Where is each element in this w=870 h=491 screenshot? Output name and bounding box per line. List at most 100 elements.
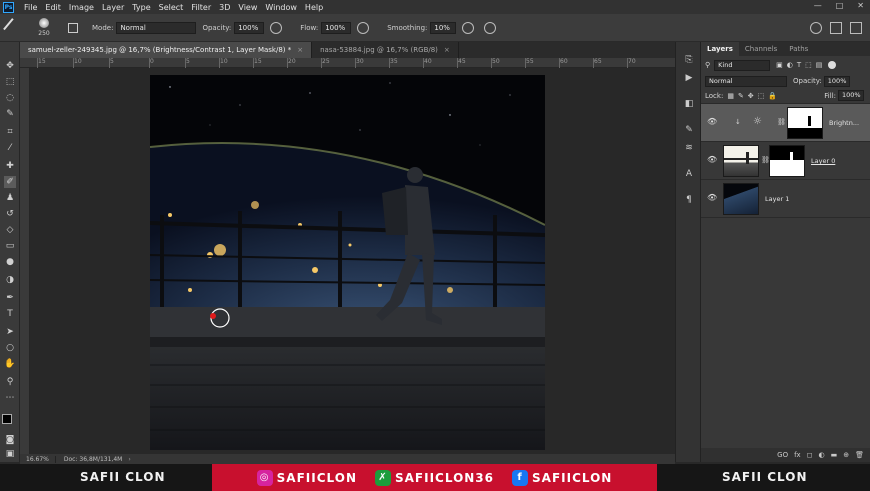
hand-tool-icon[interactable]: ✋ [4, 358, 16, 370]
document-canvas[interactable] [150, 75, 545, 450]
move-tool-icon[interactable]: ✥ [4, 60, 16, 72]
close-button[interactable]: ✕ [857, 1, 864, 10]
ruler-tick: 15 [253, 58, 262, 68]
tab-channels[interactable]: Channels [739, 42, 783, 56]
brush-tool-icon[interactable] [3, 17, 23, 38]
kind-filter-select[interactable]: Kind [714, 59, 771, 71]
filter-toggle-icon[interactable] [828, 61, 837, 69]
quick-select-tool-icon[interactable]: ✎ [4, 108, 16, 120]
actions-panel-icon[interactable]: ▶ [683, 72, 695, 84]
smoothing-settings-icon[interactable] [462, 21, 475, 34]
lasso-tool-icon[interactable]: ◌ [4, 92, 16, 104]
menu-select[interactable]: Select [155, 3, 188, 12]
blur-tool-icon[interactable]: ● [4, 256, 16, 268]
trash-icon[interactable]: 🗑 [855, 451, 864, 459]
opacity-input[interactable]: 100% [234, 21, 265, 34]
new-group-icon[interactable]: ▬ [831, 451, 838, 459]
foreground-color-swatch[interactable] [2, 414, 12, 424]
menu-file[interactable]: File [20, 3, 41, 12]
type-tool-icon[interactable]: T [4, 308, 16, 320]
blend-mode-select[interactable]: Normal [705, 75, 787, 87]
history-panel-icon[interactable]: ⎘ [683, 54, 695, 66]
new-layer-icon[interactable]: ⊕ [843, 451, 849, 459]
layer-mask-thumbnail[interactable] [769, 145, 805, 177]
eyedropper-tool-icon[interactable]: ⁄ [4, 142, 16, 154]
menu-filter[interactable]: Filter [187, 3, 215, 12]
menu-image[interactable]: Image [65, 3, 98, 12]
brush-panel-icon[interactable] [68, 22, 78, 33]
minimize-button[interactable]: — [814, 1, 822, 10]
menu-type[interactable]: Type [128, 3, 154, 12]
brush-tool-button-icon[interactable]: ✐ [4, 176, 16, 188]
ruler-tick: 35 [389, 58, 398, 68]
workspace-icon[interactable] [830, 22, 842, 34]
zoom-level[interactable]: 16.67% [20, 455, 56, 463]
menu-layer[interactable]: Layer [98, 3, 128, 12]
adjustments-panel-icon[interactable]: ◧ [683, 98, 695, 110]
paragraph-panel-icon[interactable]: ¶ [683, 194, 695, 206]
menu-window[interactable]: Window [261, 3, 301, 12]
maximize-button[interactable]: □ [836, 1, 844, 10]
crop-tool-icon[interactable]: ⌗ [4, 126, 16, 138]
pen-tool-icon[interactable]: ✒ [4, 292, 16, 304]
search-icon[interactable] [810, 22, 822, 34]
menu-edit[interactable]: Edit [41, 3, 65, 12]
screen-mode-icon[interactable]: ▣ [4, 448, 16, 460]
airbrush-icon[interactable] [357, 21, 370, 34]
brush-settings-icon[interactable]: ≋ [683, 142, 695, 154]
menu-view[interactable]: View [234, 3, 261, 12]
brushes-panel-icon[interactable]: ✎ [683, 124, 695, 136]
layer-name[interactable]: Layer 0 [811, 157, 835, 165]
quick-mask-icon[interactable]: ◙ [4, 434, 16, 446]
tab-layers[interactable]: Layers [701, 42, 739, 56]
fill-input[interactable]: 100% [838, 90, 864, 101]
status-arrow-icon[interactable]: › [128, 456, 130, 463]
stamp-tool-icon[interactable]: ♟ [4, 192, 16, 204]
adjustment-layer-icon[interactable]: ◐ [819, 451, 825, 459]
path-select-tool-icon[interactable]: ➤ [4, 326, 16, 338]
dodge-tool-icon[interactable]: ◑ [4, 274, 16, 286]
eraser-tool-icon[interactable]: ◇ [4, 224, 16, 236]
tab-close-icon[interactable]: × [444, 46, 450, 54]
tab-paths[interactable]: Paths [783, 42, 814, 56]
flow-input[interactable]: 100% [321, 21, 352, 34]
healing-tool-icon[interactable]: ✚ [4, 160, 16, 172]
lock-icons[interactable]: ▦✎✥⬚🔒 [727, 92, 781, 100]
smoothing-input[interactable]: 10% [430, 21, 457, 34]
visibility-eye-icon[interactable]: 👁 [707, 194, 717, 202]
lock-label: Lock: [705, 91, 724, 100]
layer-mask-thumbnail[interactable] [787, 107, 823, 139]
layer-opacity-input[interactable]: 100% [823, 75, 850, 87]
shape-tool-icon[interactable]: ○ [4, 342, 16, 354]
brush-preset-picker[interactable]: 250 [34, 16, 54, 40]
menu-help[interactable]: Help [301, 3, 327, 12]
green-icon: ✗ [374, 469, 391, 486]
layer-row-layer-1[interactable]: 👁 Layer 1 [701, 180, 870, 218]
more-tools-icon[interactable]: ⋯ [4, 392, 16, 404]
layer-row-layer-0[interactable]: 👁 ⛓ Layer 0 [701, 142, 870, 180]
history-brush-icon[interactable]: ↺ [4, 208, 16, 220]
tab-close-icon[interactable]: × [297, 46, 303, 54]
pressure-opacity-icon[interactable] [270, 21, 283, 34]
menu-3d[interactable]: 3D [215, 3, 234, 12]
visibility-eye-icon[interactable]: 👁 [707, 118, 717, 126]
marquee-tool-icon[interactable]: ⬚ [4, 76, 16, 88]
gradient-tool-icon[interactable]: ▭ [4, 240, 16, 252]
zoom-tool-icon[interactable]: ⚲ [4, 376, 16, 388]
share-icon[interactable] [850, 22, 862, 34]
mode-select[interactable]: Normal [116, 21, 197, 34]
mask-link-icon[interactable]: ⛓ [777, 118, 786, 126]
tab-samuel-zeller[interactable]: samuel-zeller-249345.jpg @ 16,7% (Bright… [20, 42, 313, 58]
fx-icon[interactable]: fx [794, 451, 801, 459]
character-panel-icon[interactable]: A [683, 168, 695, 180]
visibility-eye-icon[interactable]: 👁 [707, 156, 717, 164]
tab-nasa[interactable]: nasa-53884.jpg @ 16,7% (RGB/8) × [312, 42, 459, 58]
filter-type-icons[interactable]: ▣◐T⬚▤ [776, 61, 826, 69]
pressure-size-icon[interactable] [484, 21, 497, 34]
link-layers-icon[interactable]: GO [777, 451, 788, 459]
layer-name[interactable]: Brightn... [829, 119, 859, 127]
layer-name[interactable]: Layer 1 [765, 195, 789, 203]
ruler-tick: 60 [559, 58, 568, 68]
layer-row-brightness-contrast[interactable]: 👁 ↓ ☼ ⛓ Brightn... [701, 104, 870, 142]
add-mask-icon[interactable]: ◻ [807, 451, 813, 459]
